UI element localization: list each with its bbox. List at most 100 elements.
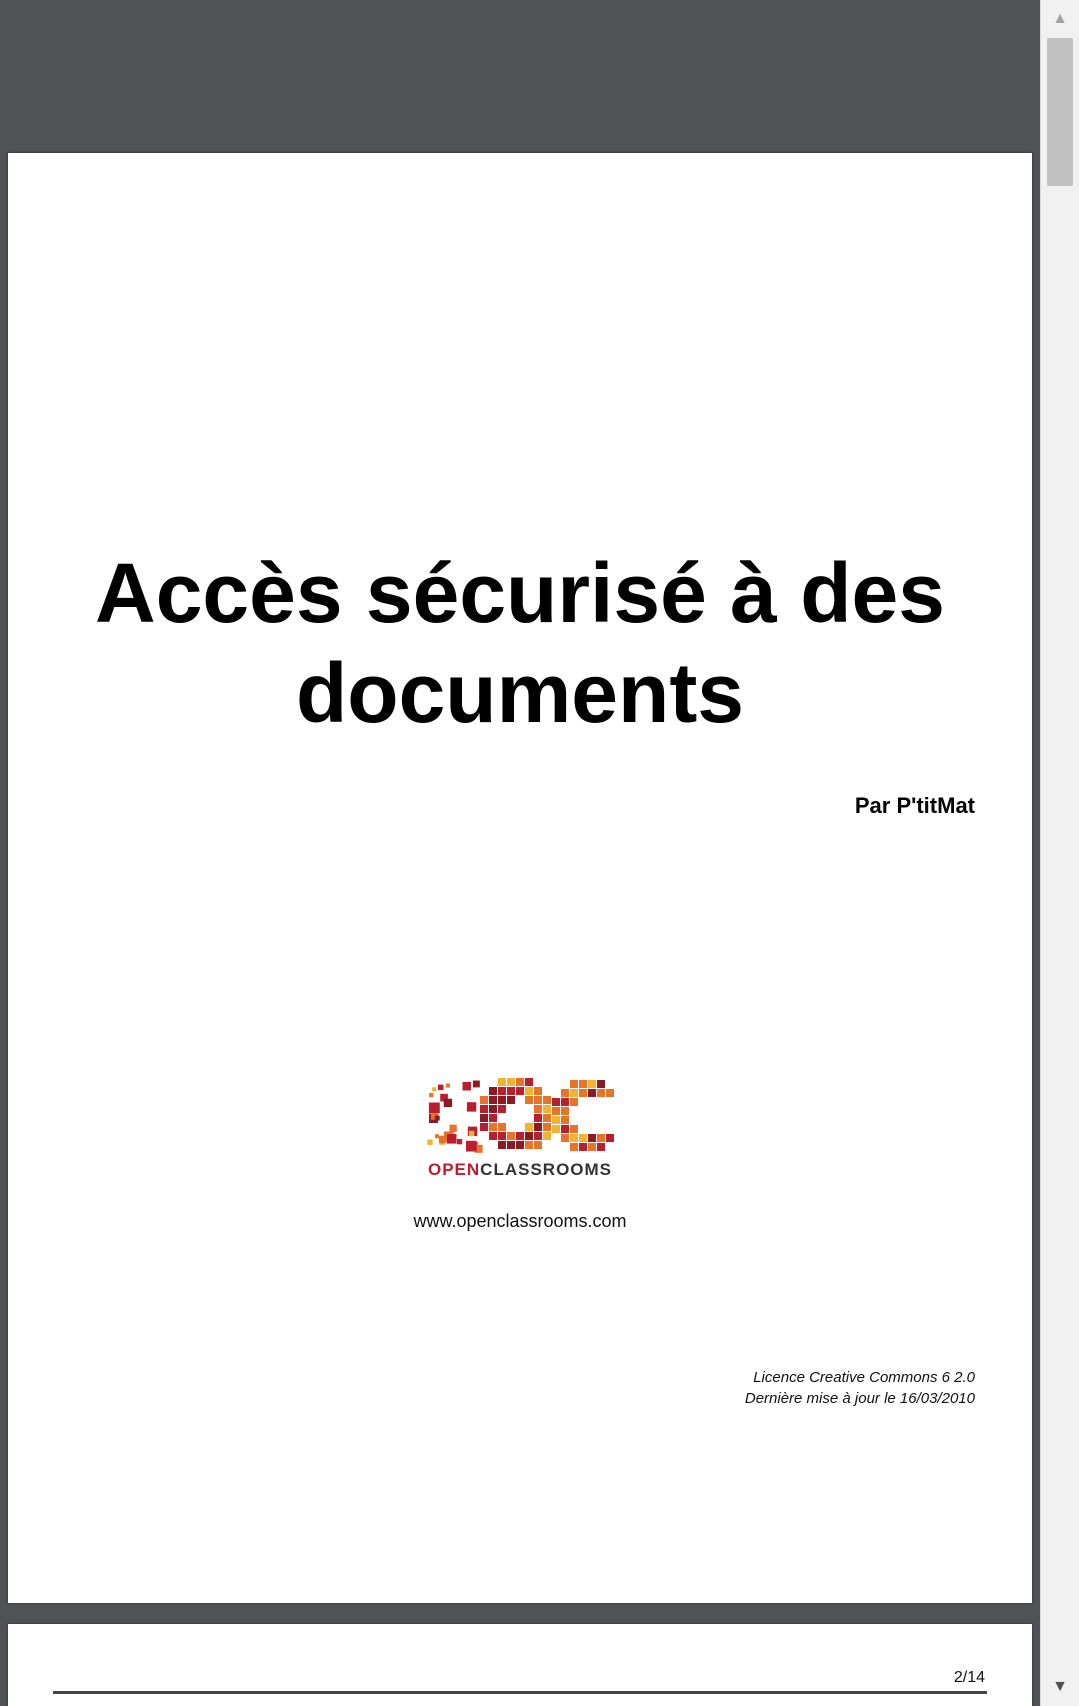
logo-mosaic-tile (534, 1087, 542, 1095)
logo-mosaic-tile (597, 1143, 605, 1151)
logo-scatter-tile (449, 1124, 457, 1132)
logo-mosaic-tile (525, 1132, 533, 1140)
logo-scatter-tile (462, 1082, 471, 1091)
logo-mosaic-tile (498, 1123, 506, 1131)
logo-mosaic-tile (489, 1123, 497, 1131)
logo-mosaic-tile (561, 1125, 569, 1133)
logo-mosaic-tile (489, 1114, 497, 1122)
logo-scatter-tile (438, 1135, 447, 1144)
logo-mosaic-tile (534, 1105, 542, 1113)
logo-mosaic-tile (579, 1080, 587, 1088)
logo-mosaic-tile (480, 1105, 488, 1113)
logo-scatter-tile (428, 1102, 440, 1114)
logo-scatter-tile (432, 1087, 437, 1092)
logo-scatter-tile (466, 1102, 477, 1112)
logo-mosaic-tile (606, 1134, 614, 1142)
logo-mosaic-tile (552, 1098, 560, 1106)
logo-mosaic-tile (570, 1134, 578, 1142)
logo-scatter-tile (466, 1140, 477, 1152)
logo-mosaic-tile (507, 1132, 515, 1140)
logo-mosaic-tile (570, 1080, 578, 1088)
logo-mosaic-tile (543, 1132, 551, 1140)
last-updated-text: Dernière mise à jour le 16/03/2010 (744, 1390, 975, 1407)
logo-scatter-tile (443, 1098, 453, 1108)
logo-mosaic-tile (561, 1098, 569, 1106)
logo-mosaic-tile (498, 1096, 506, 1104)
logo-scatter-tile (472, 1080, 480, 1088)
logo-mosaic-tile (516, 1132, 524, 1140)
logo-mosaic-tile (543, 1096, 551, 1104)
logo-mosaic-tile (534, 1114, 542, 1122)
logo-mosaic-tile (525, 1078, 533, 1086)
logo-mosaic-tile (552, 1116, 560, 1124)
logo-mosaic-tile (597, 1080, 605, 1088)
logo-mosaic-tile (606, 1089, 614, 1097)
logo-mosaic-tile (525, 1141, 533, 1149)
logo-scatter-tile (468, 1130, 475, 1137)
license-text: Licence Creative Commons 6 2.0 (753, 1369, 975, 1386)
logo-mosaic-tile (525, 1096, 533, 1104)
pdf-page-2: 2/14 (8, 1624, 1032, 1706)
logo-mosaic-tile (588, 1143, 596, 1151)
openclassrooms-logo (427, 1078, 614, 1153)
logo-mosaic-tile (561, 1107, 569, 1115)
logo-mosaic-tile (525, 1087, 533, 1095)
logo-scatter-tile (435, 1134, 439, 1139)
logo-mosaic-tile (552, 1107, 560, 1115)
logo-mosaic-tile (480, 1123, 488, 1131)
scroll-up-arrow-icon[interactable]: ▲ (1041, 4, 1079, 34)
logo-mosaic-tile (561, 1089, 569, 1097)
logo-mosaic-tile (570, 1143, 578, 1151)
logo-scatter-tile (446, 1134, 457, 1144)
scroll-down-arrow-icon[interactable]: ▼ (1041, 1672, 1079, 1702)
logo-mosaic-tile (480, 1096, 488, 1104)
logo-scatter-tile (438, 1084, 444, 1091)
logo-mosaic-tile (498, 1087, 506, 1095)
logo-mosaic-tile (543, 1105, 551, 1113)
page-number: 2/14 (953, 1669, 985, 1686)
logo-mosaic-tile (588, 1089, 596, 1097)
logo-mosaic-tile (498, 1078, 506, 1086)
logo-mosaic-tile (597, 1134, 605, 1142)
pdf-viewer[interactable]: Accès sécurisé à des documents Par P'tit… (0, 0, 1040, 1706)
logo-scatter-tile (434, 1115, 440, 1121)
logo-mosaic-tile (561, 1116, 569, 1124)
logo-mosaic-tile (579, 1143, 587, 1151)
logo-scatter-tile (445, 1083, 450, 1088)
logo-mosaic-tile (588, 1080, 596, 1088)
logo-mosaic-tile (489, 1132, 497, 1140)
logo-wordmark: OPENCLASSROOMS (8, 1160, 1032, 1180)
logo-mosaic-tile (489, 1096, 497, 1104)
logo-mosaic-tile (579, 1089, 587, 1097)
logo-mosaic-tile (552, 1125, 560, 1133)
logo-mosaic-tile (534, 1096, 542, 1104)
logo-mosaic-tile (489, 1087, 497, 1095)
logo-mosaic-tile (525, 1123, 533, 1131)
logo-mosaic-tile (507, 1141, 515, 1149)
website-url: www.openclassrooms.com (413, 1211, 627, 1231)
logo-mosaic-tile (516, 1087, 524, 1095)
logo-mosaic-tile (534, 1141, 542, 1149)
logo-mosaic-tile (516, 1141, 524, 1149)
logo-scatter-tile (427, 1139, 433, 1145)
logo-mosaic-tile (507, 1078, 515, 1086)
logo-mosaic-tile (543, 1123, 551, 1131)
logo-word-classrooms: CLASSROOMS (480, 1160, 613, 1179)
document-author: Par P'titMat (854, 793, 975, 818)
vertical-scrollbar[interactable]: ▲ ▼ (1040, 0, 1079, 1706)
logo-mosaic-tile (534, 1123, 542, 1131)
header-rule (53, 1691, 987, 1694)
scroll-thumb[interactable] (1047, 38, 1073, 186)
document-title: Accès sécurisé à des documents (95, 546, 945, 740)
logo-mosaic-tile (570, 1098, 578, 1106)
logo-mosaic-tile (480, 1114, 488, 1122)
logo-mosaic-tile (561, 1134, 569, 1142)
pdf-page-1: Accès sécurisé à des documents Par P'tit… (8, 153, 1032, 1603)
logo-mosaic-tile (543, 1114, 551, 1122)
logo-mosaic-tile (579, 1134, 587, 1142)
license-block: Licence Creative Commons 6 2.0 Dernière … (745, 1367, 975, 1409)
logo-mosaic-tile (489, 1105, 497, 1113)
logo-mosaic-tile (507, 1087, 515, 1095)
logo-mosaic-tile (498, 1132, 506, 1140)
logo-mosaic-tile (498, 1105, 506, 1113)
